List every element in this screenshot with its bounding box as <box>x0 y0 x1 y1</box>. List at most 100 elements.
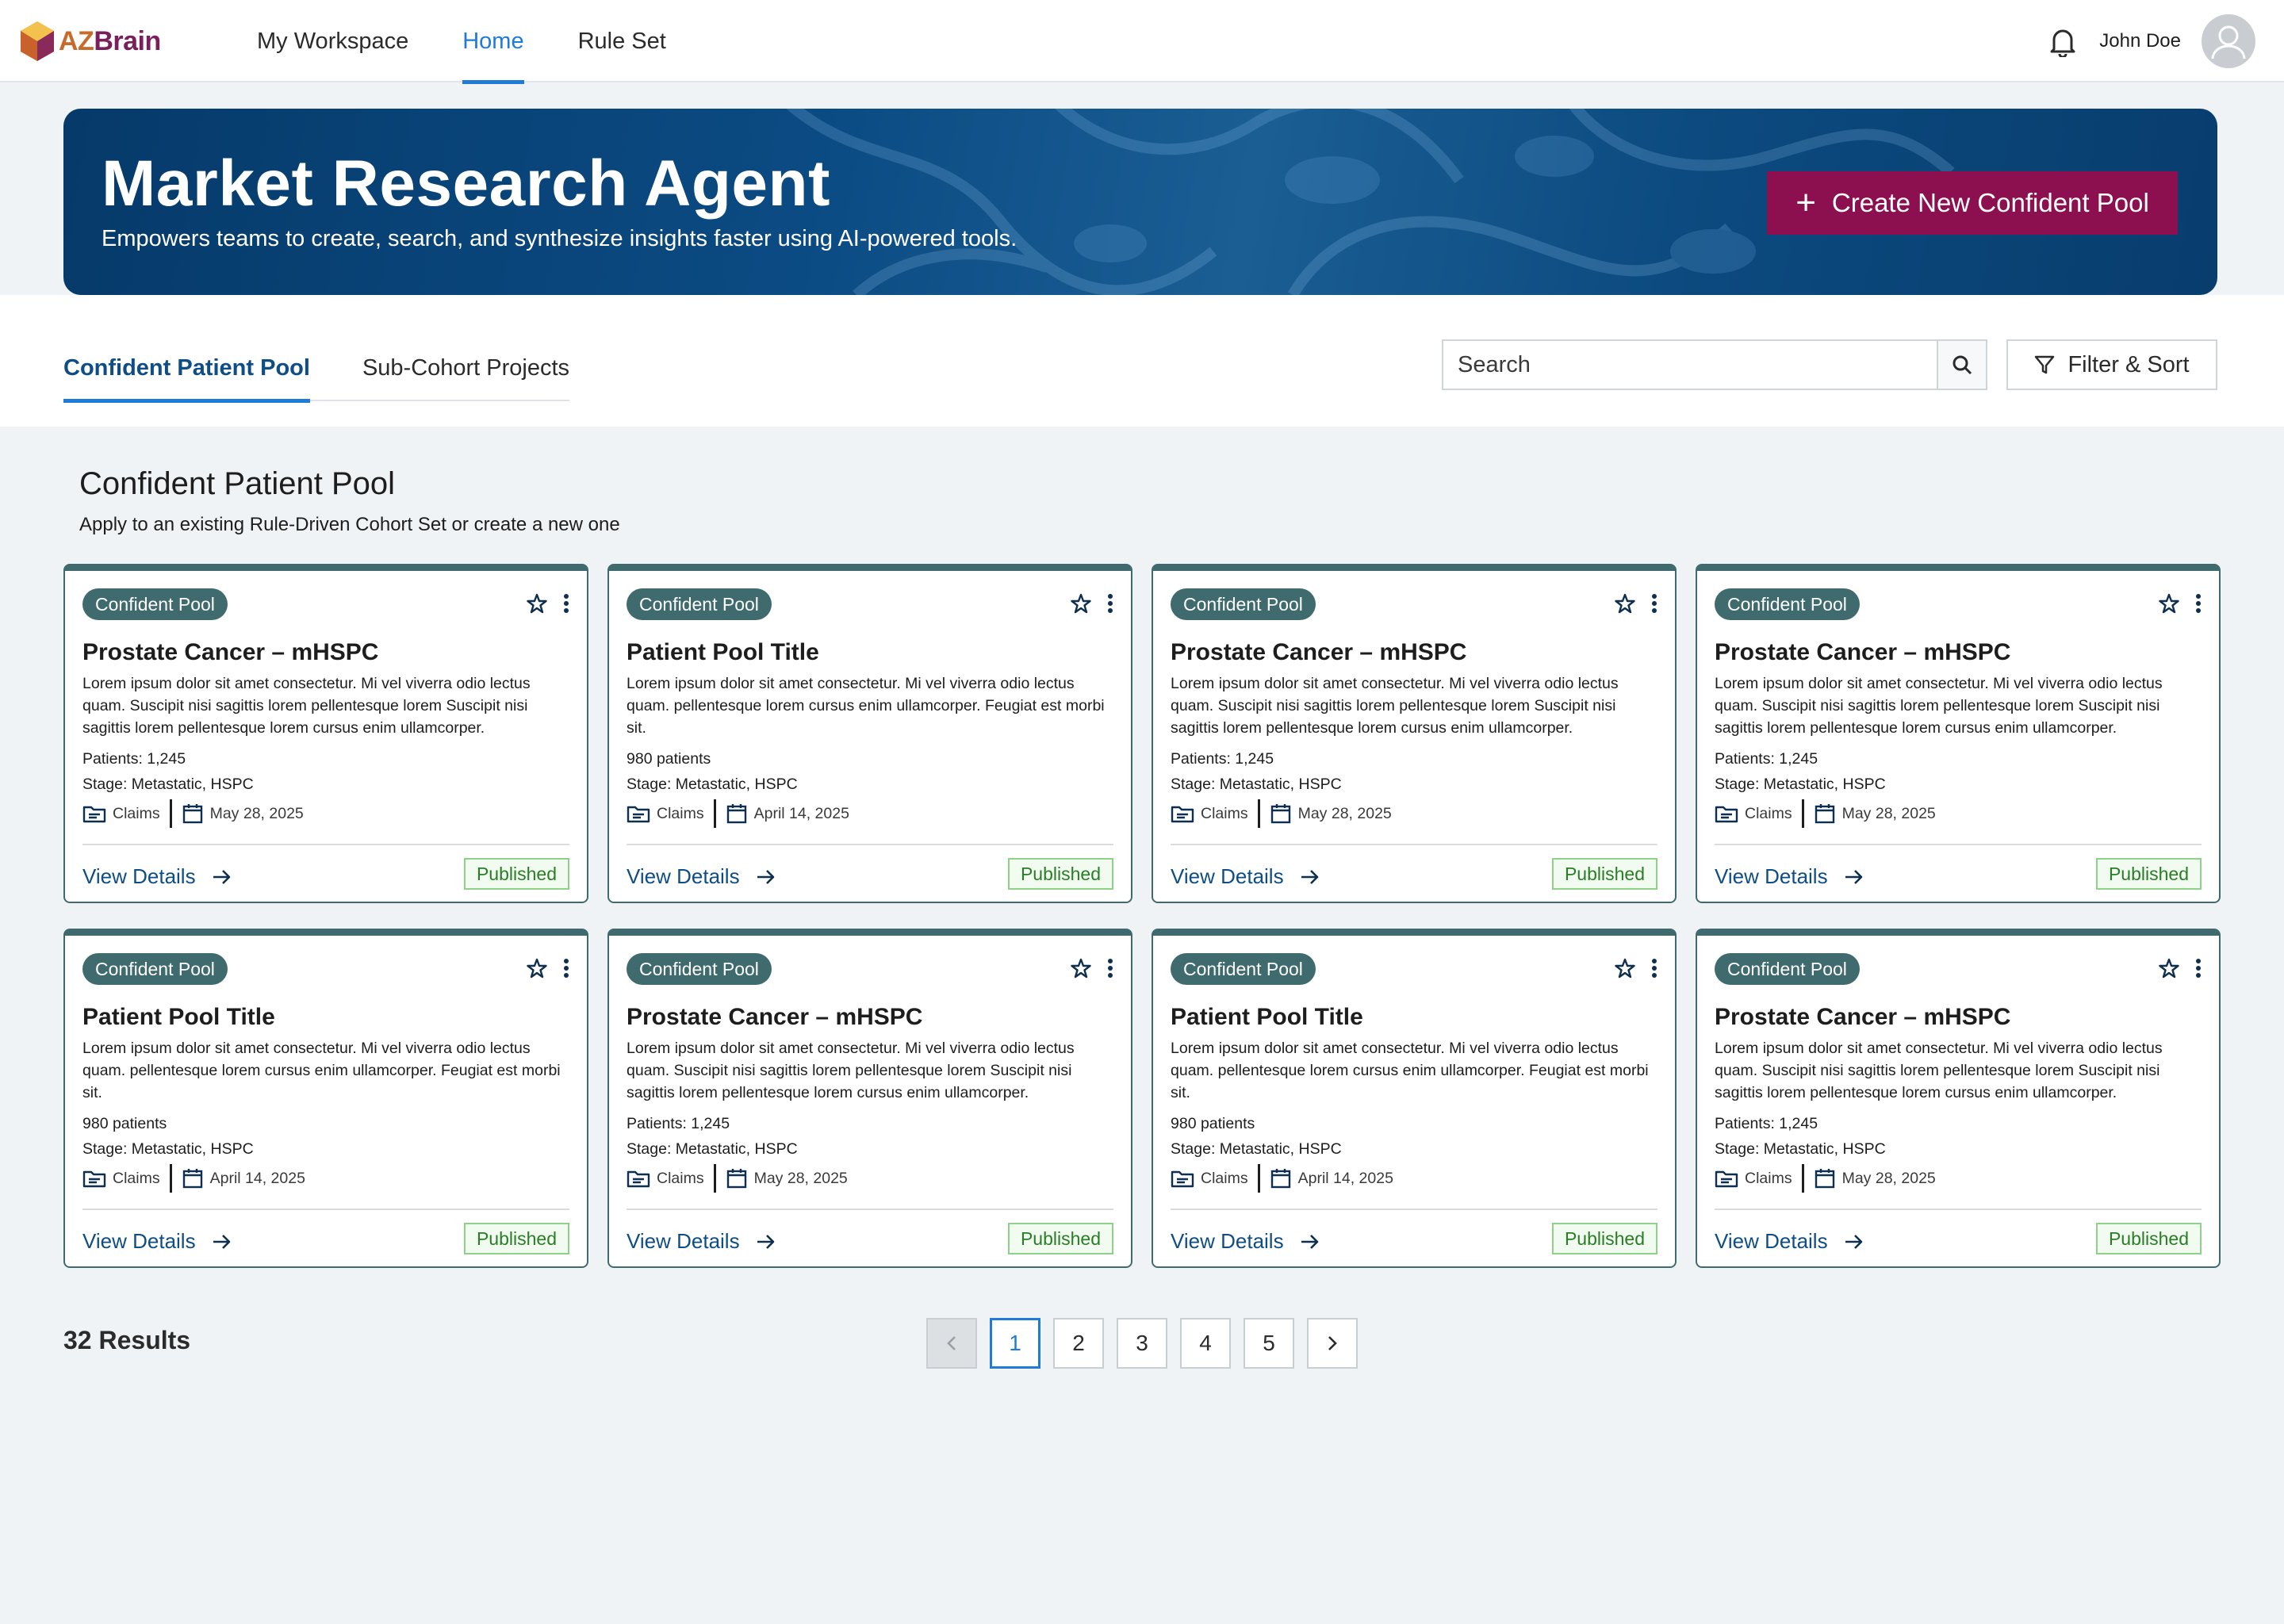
card-meta: Claims May 28, 2025 <box>1171 798 1392 829</box>
page-button-2[interactable]: 2 <box>1053 1318 1104 1369</box>
calendar-icon <box>1815 1169 1834 1189</box>
card-source-label: Claims <box>1745 804 1792 822</box>
card-badge: Confident Pool <box>1171 953 1316 985</box>
card-date: May 28, 2025 <box>1270 802 1392 825</box>
user-area: John Doe <box>2045 11 2255 71</box>
nav-tab-my-workspace[interactable]: My Workspace <box>230 0 435 82</box>
view-details-link[interactable]: View Details <box>82 864 232 889</box>
view-details-link[interactable]: View Details <box>627 1229 776 1254</box>
meta-divider <box>713 1164 716 1193</box>
card-title: Patient Pool Title <box>82 1004 275 1030</box>
card-date-label: April 14, 2025 <box>753 804 849 822</box>
calendar-icon <box>1815 804 1834 824</box>
more-options-icon[interactable] <box>563 958 569 979</box>
card-divider <box>1171 1208 1657 1210</box>
card-description: Lorem ipsum dolor sit amet consectetur. … <box>1171 675 1619 737</box>
tab-confident-patient-pool[interactable]: Confident Patient Pool <box>63 335 362 403</box>
card-source: Claims <box>627 1169 704 1188</box>
card-badge: Confident Pool <box>82 953 228 985</box>
more-options-icon[interactable] <box>1107 593 1113 614</box>
pool-card[interactable]: Confident Pool Prostate Cancer – mHSPC L… <box>63 564 588 903</box>
notification-bell-icon[interactable] <box>2045 24 2080 59</box>
arrow-right-icon <box>1845 1234 1862 1249</box>
calendar-icon <box>182 1169 202 1189</box>
avatar[interactable] <box>2202 14 2255 68</box>
star-icon[interactable] <box>1071 958 1091 979</box>
more-options-icon[interactable] <box>2195 958 2202 979</box>
card-stage: Stage: Metastatic, HSPC <box>627 776 798 793</box>
prev-page-button[interactable] <box>926 1318 977 1369</box>
status-badge: Published <box>1551 1223 1657 1254</box>
more-options-icon[interactable] <box>1651 593 1657 614</box>
card-source-label: Claims <box>1201 1169 1248 1187</box>
star-icon[interactable] <box>1071 593 1091 614</box>
more-options-icon[interactable] <box>2195 593 2202 614</box>
pool-card[interactable]: Confident Pool Prostate Cancer – mHSPC L… <box>1152 564 1677 903</box>
view-details-link[interactable]: View Details <box>627 864 776 889</box>
page-button-5[interactable]: 5 <box>1244 1318 1294 1369</box>
search-input[interactable] <box>1443 341 1937 389</box>
star-icon[interactable] <box>2159 593 2179 614</box>
folder-icon <box>627 806 650 823</box>
card-title: Prostate Cancer – mHSPC <box>627 1004 923 1030</box>
status-badge: Published <box>2095 1223 2202 1254</box>
create-confident-pool-button[interactable]: + Create New Confident Pool <box>1767 171 2178 235</box>
page-subtitle: Empowers teams to create, search, and sy… <box>102 226 1017 251</box>
page-button-1[interactable]: 1 <box>990 1318 1040 1369</box>
star-icon[interactable] <box>1615 593 1635 614</box>
more-options-icon[interactable] <box>563 593 569 614</box>
tab-sub-cohort-projects[interactable]: Sub-Cohort Projects <box>362 335 569 401</box>
main-nav-tabs: My Workspace Home Rule Set <box>230 0 693 84</box>
star-icon[interactable] <box>2159 958 2179 979</box>
pool-card[interactable]: Confident Pool Prostate Cancer – mHSPC L… <box>1696 564 2221 903</box>
user-avatar-icon <box>2211 25 2246 59</box>
card-source-label: Claims <box>1745 1169 1792 1187</box>
pool-card[interactable]: Confident Pool Prostate Cancer – mHSPC L… <box>607 929 1132 1268</box>
view-details-link[interactable]: View Details <box>1715 864 1864 889</box>
section-title: Confident Patient Pool <box>79 466 396 501</box>
card-description: Lorem ipsum dolor sit amet consectetur. … <box>82 675 531 737</box>
card-description: Lorem ipsum dolor sit amet consectetur. … <box>82 1040 561 1101</box>
card-date-label: May 28, 2025 <box>209 804 304 822</box>
filter-sort-button[interactable]: Filter & Sort <box>2006 339 2217 390</box>
more-options-icon[interactable] <box>1651 958 1657 979</box>
view-details-link[interactable]: View Details <box>1171 1229 1320 1254</box>
star-icon[interactable] <box>527 593 547 614</box>
card-meta: Claims April 14, 2025 <box>627 798 849 829</box>
status-badge: Published <box>2095 858 2202 890</box>
more-options-icon[interactable] <box>1107 958 1113 979</box>
folder-icon <box>1715 1170 1738 1188</box>
card-date-label: April 14, 2025 <box>209 1169 305 1187</box>
pool-card[interactable]: Confident Pool Patient Pool Title Lorem … <box>63 929 588 1268</box>
folder-icon <box>627 1170 650 1188</box>
meta-divider <box>1257 1164 1260 1193</box>
card-source: Claims <box>1171 804 1248 823</box>
card-patients: Patients: 1,245 <box>82 750 186 768</box>
folder-icon <box>1171 806 1194 823</box>
star-icon[interactable] <box>1615 958 1635 979</box>
search-button[interactable] <box>1937 341 1986 389</box>
view-details-link[interactable]: View Details <box>1715 1229 1864 1254</box>
next-page-button[interactable] <box>1307 1318 1358 1369</box>
azbrain-logo[interactable]: AZBrain <box>19 19 161 63</box>
status-badge: Published <box>1551 858 1657 890</box>
pool-card[interactable]: Confident Pool Patient Pool Title Lorem … <box>1152 929 1677 1268</box>
pool-card[interactable]: Confident Pool Patient Pool Title Lorem … <box>607 564 1132 903</box>
page-button-4[interactable]: 4 <box>1180 1318 1231 1369</box>
card-source-label: Claims <box>113 1169 160 1187</box>
card-actions <box>2159 958 2202 979</box>
page-button-3[interactable]: 3 <box>1117 1318 1167 1369</box>
user-name[interactable]: John Doe <box>2099 30 2181 52</box>
star-icon[interactable] <box>527 958 547 979</box>
status-badge: Published <box>463 858 569 890</box>
page-title: Market Research Agent <box>102 147 830 220</box>
card-stage: Stage: Metastatic, HSPC <box>1171 776 1342 793</box>
card-meta: Claims April 14, 2025 <box>82 1162 305 1194</box>
nav-tab-rule-set[interactable]: Rule Set <box>551 0 693 82</box>
nav-tab-home[interactable]: Home <box>435 0 550 84</box>
card-actions <box>2159 593 2202 614</box>
view-details-link[interactable]: View Details <box>82 1229 232 1254</box>
toolbar: Confident Patient Pool Sub-Cohort Projec… <box>0 295 2284 427</box>
pool-card[interactable]: Confident Pool Prostate Cancer – mHSPC L… <box>1696 929 2221 1268</box>
view-details-link[interactable]: View Details <box>1171 864 1320 889</box>
